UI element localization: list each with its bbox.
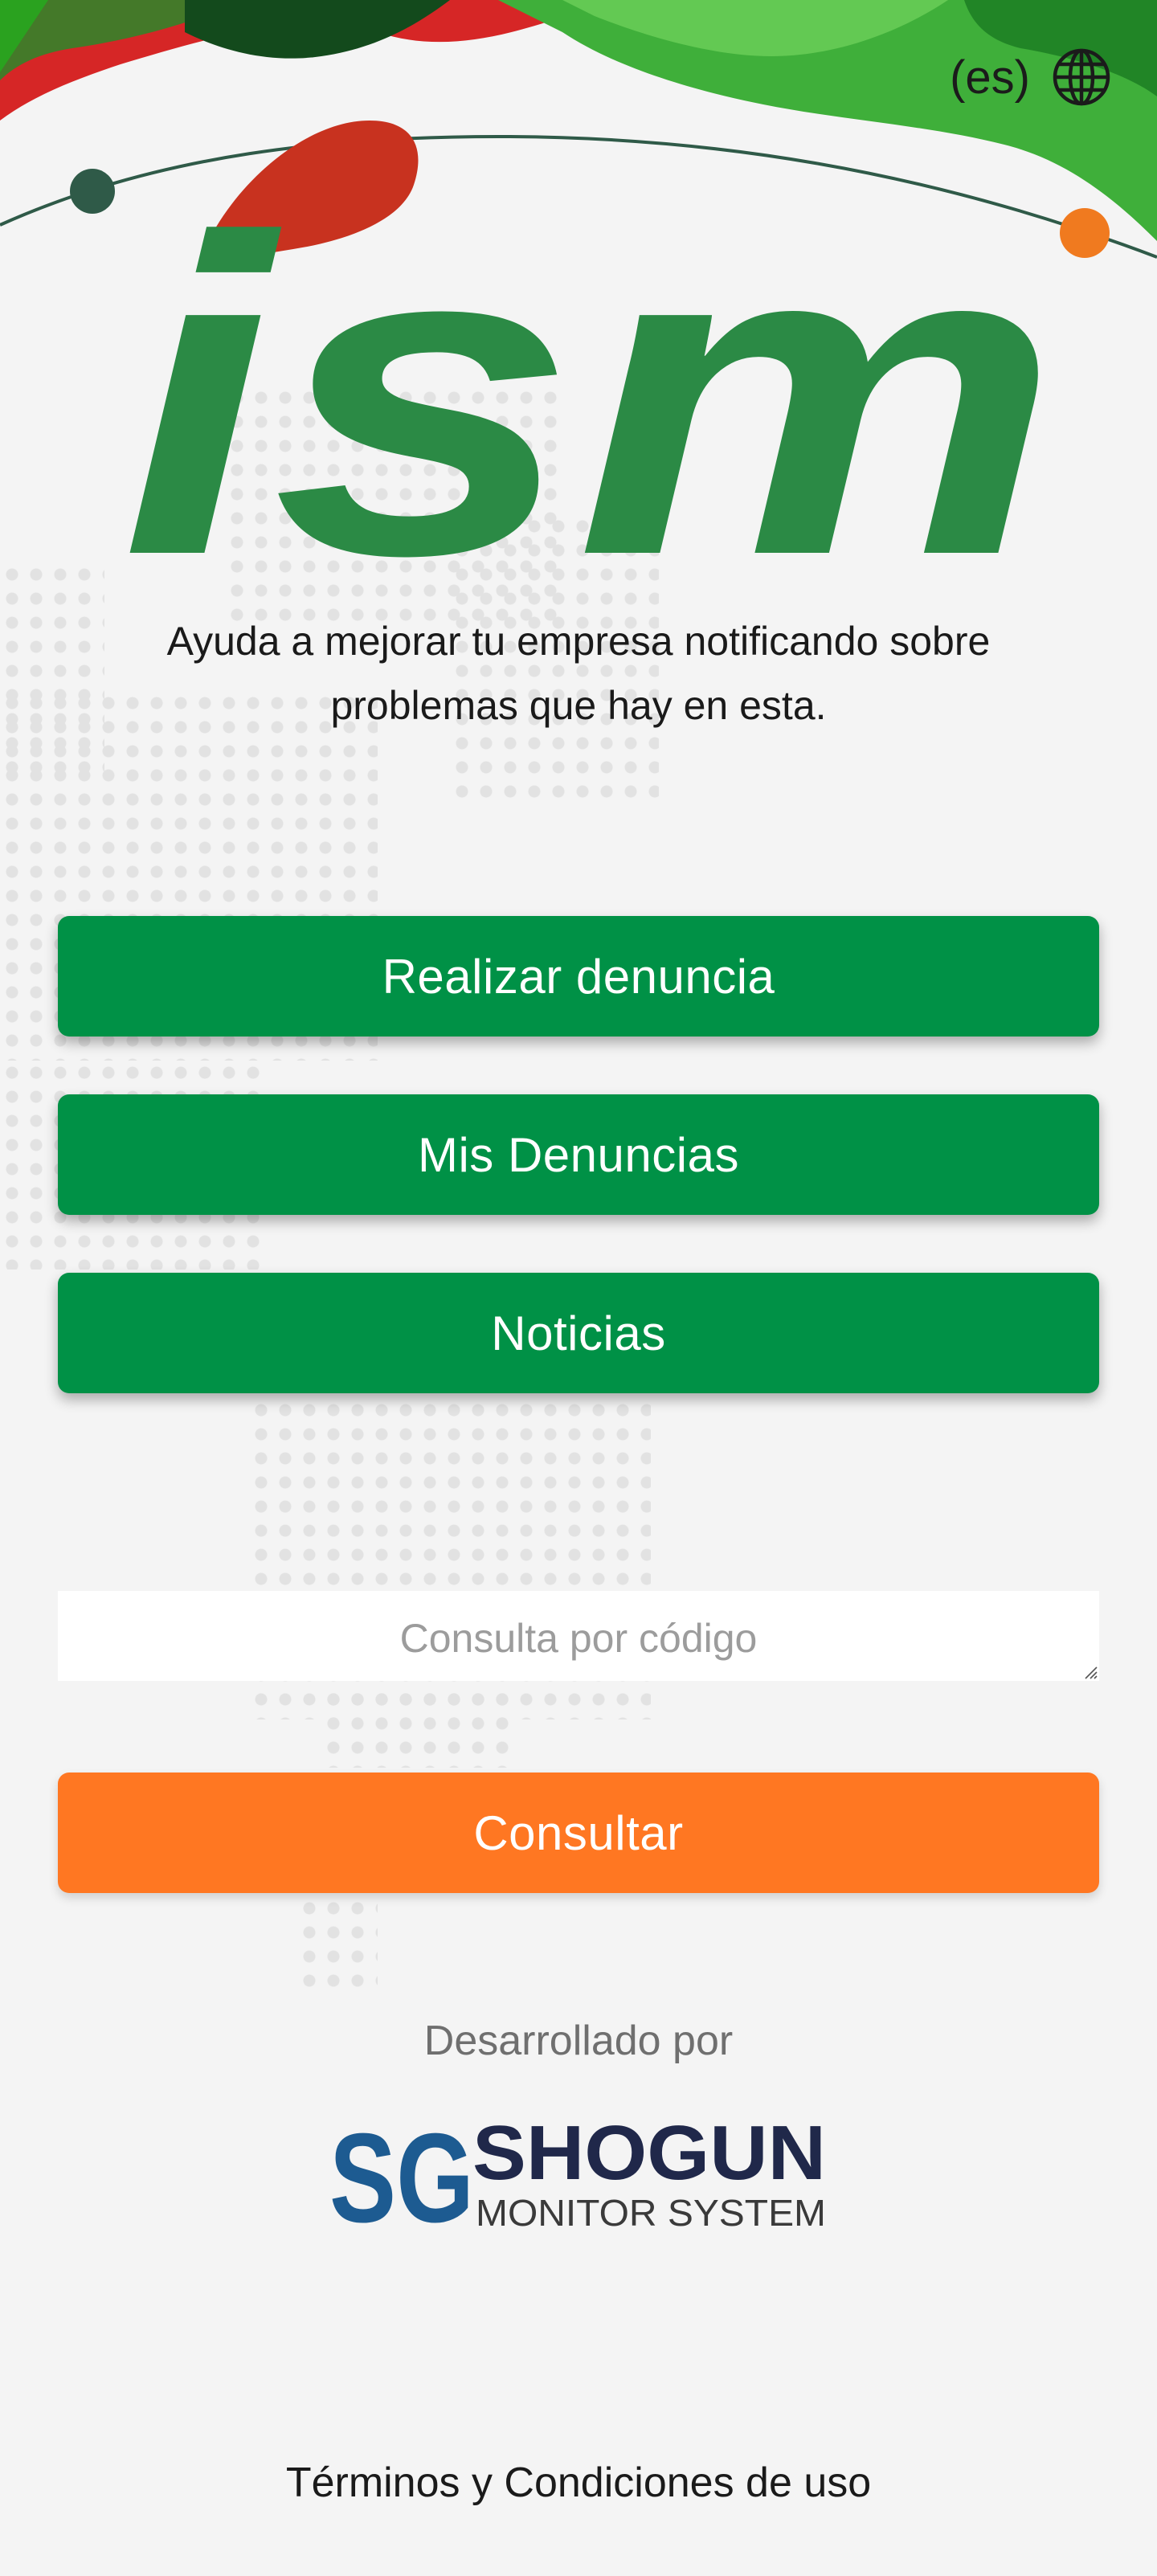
code-query-input[interactable]: [58, 1591, 1099, 1681]
tagline: Ayuda a mejorar tu empresa notificando s…: [166, 619, 991, 728]
ism-logo: ism: [121, 121, 1061, 562]
svg-text:MONITOR SYSTEM: MONITOR SYSTEM: [476, 2192, 826, 2234]
language-code: (es): [950, 51, 1030, 104]
map-texture: [297, 1896, 378, 1993]
developed-by-label: Desarrollado por: [423, 2018, 734, 2064]
svg-text:SHOGUN: SHOGUN: [472, 2113, 826, 2196]
report-button[interactable]: Realizar denuncia: [58, 916, 1099, 1037]
svg-text:SG: SG: [329, 2113, 474, 2234]
globe-icon: [1053, 48, 1110, 106]
news-button[interactable]: Noticias: [58, 1273, 1099, 1393]
map-texture: [321, 1687, 514, 1768]
my-reports-button[interactable]: Mis Denuncias: [58, 1094, 1099, 1215]
logo-text: ism: [121, 145, 1061, 562]
resize-handle-icon[interactable]: [1083, 1665, 1098, 1679]
shogun-logo: SG SHOGUN MONITOR SYSTEM: [329, 2113, 826, 2234]
terms-link[interactable]: Términos y Condiciones de uso: [0, 2459, 1157, 2507]
query-button[interactable]: Consultar: [58, 1773, 1099, 1893]
language-selector[interactable]: (es): [950, 45, 1112, 109]
